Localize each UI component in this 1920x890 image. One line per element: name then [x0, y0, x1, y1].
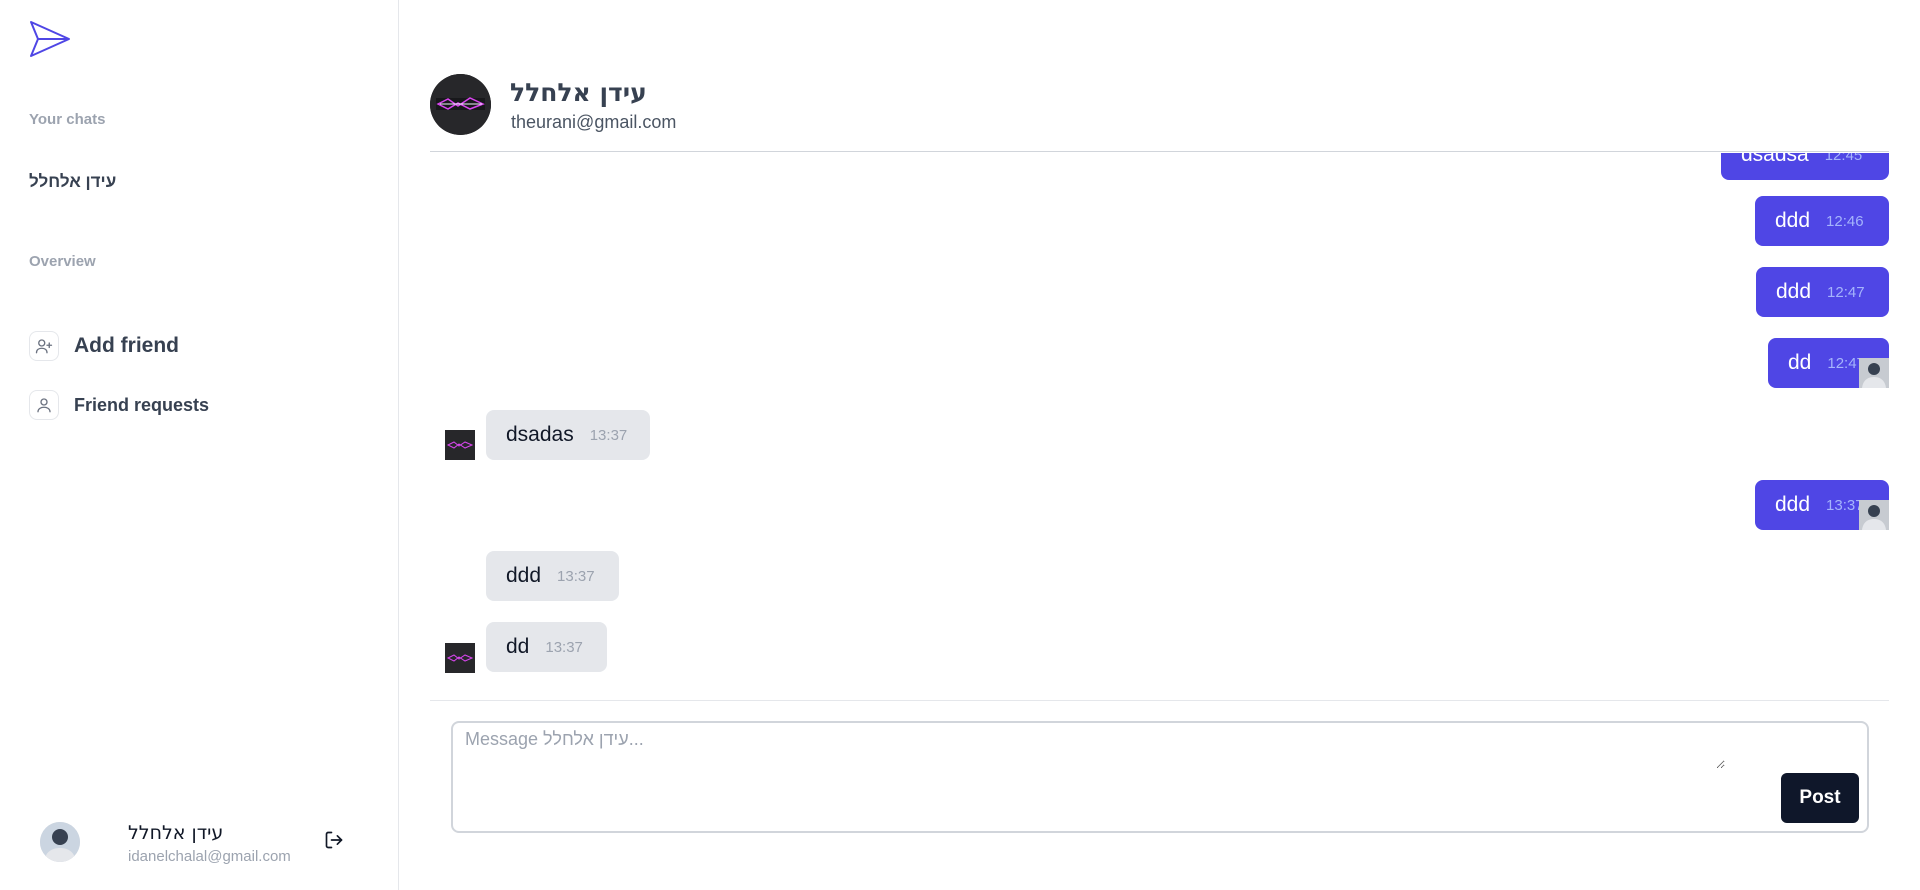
add-friend-link[interactable]: Add friend [29, 330, 179, 362]
message-bubble: ddd 12:46 [1755, 196, 1889, 246]
chat-header: עידן אלחלל theurani@gmail.com [430, 72, 1889, 152]
message-text: dsadas [506, 423, 574, 446]
user-icon [29, 390, 59, 420]
friend-requests-link[interactable]: Friend requests [29, 389, 209, 421]
message-bubble: dsadsa 12:45 [1721, 153, 1889, 180]
overview-heading: Overview [29, 253, 96, 270]
sidebar-chat-item[interactable]: עידן אלחלל [29, 172, 116, 192]
message-text: ddd [1775, 209, 1811, 232]
message-text: dd [1788, 351, 1812, 374]
your-chats-heading: Your chats [29, 111, 106, 128]
message-time: 13:37 [589, 426, 628, 444]
message-bubble: ddd 13:37 [486, 551, 619, 601]
post-button[interactable]: Post [1781, 773, 1859, 823]
paper-plane-logo-icon[interactable] [29, 20, 71, 58]
avatar [445, 643, 475, 673]
message-time: 12:46 [1826, 212, 1864, 230]
divider [430, 700, 1889, 701]
profile-name: עידן אלחלל [128, 822, 224, 844]
sidebar: Your chats עידן אלחלל Overview Add frien… [0, 0, 399, 890]
message-text: dd [506, 635, 530, 658]
message-input[interactable] [465, 729, 1725, 769]
friend-requests-label: Friend requests [74, 394, 210, 415]
chat-partner-name: עידן אלחלל [510, 78, 647, 107]
avatar [1859, 358, 1889, 388]
profile-email: idanelchalal@gmail.com [128, 848, 291, 865]
message-text: ddd [1776, 280, 1812, 303]
message-list: dsadsa 12:45 ddd 12:46 ddd 12:47 dd 12:4… [430, 153, 1889, 698]
user-profile: עידן אלחלל idanelchalal@gmail.com [0, 810, 399, 890]
avatar [430, 74, 491, 135]
avatar [40, 822, 80, 862]
sign-out-icon[interactable] [322, 828, 346, 852]
message-bubble: dd 13:37 [486, 622, 607, 672]
message-time: 13:37 [557, 567, 595, 585]
avatar [445, 430, 475, 460]
message-text: ddd [506, 564, 542, 587]
message-time: 12:45 [1824, 153, 1863, 164]
add-friend-label: Add friend [74, 334, 179, 357]
message-bubble: ddd 12:47 [1756, 267, 1889, 317]
chat-panel: עידן אלחלל theurani@gmail.com dsadsa 12:… [400, 0, 1920, 890]
message-time: 12:47 [1827, 283, 1865, 301]
user-plus-icon [29, 331, 59, 361]
message-time: 13:37 [545, 638, 583, 656]
message-composer: Post [451, 721, 1869, 833]
message-text: dsadsa [1741, 153, 1809, 166]
message-bubble: dsadas 13:37 [486, 410, 650, 460]
avatar [1859, 500, 1889, 530]
message-text: ddd [1775, 493, 1811, 516]
chat-partner-email: theurani@gmail.com [511, 112, 677, 132]
message-time: 13:37 [1826, 496, 1864, 514]
